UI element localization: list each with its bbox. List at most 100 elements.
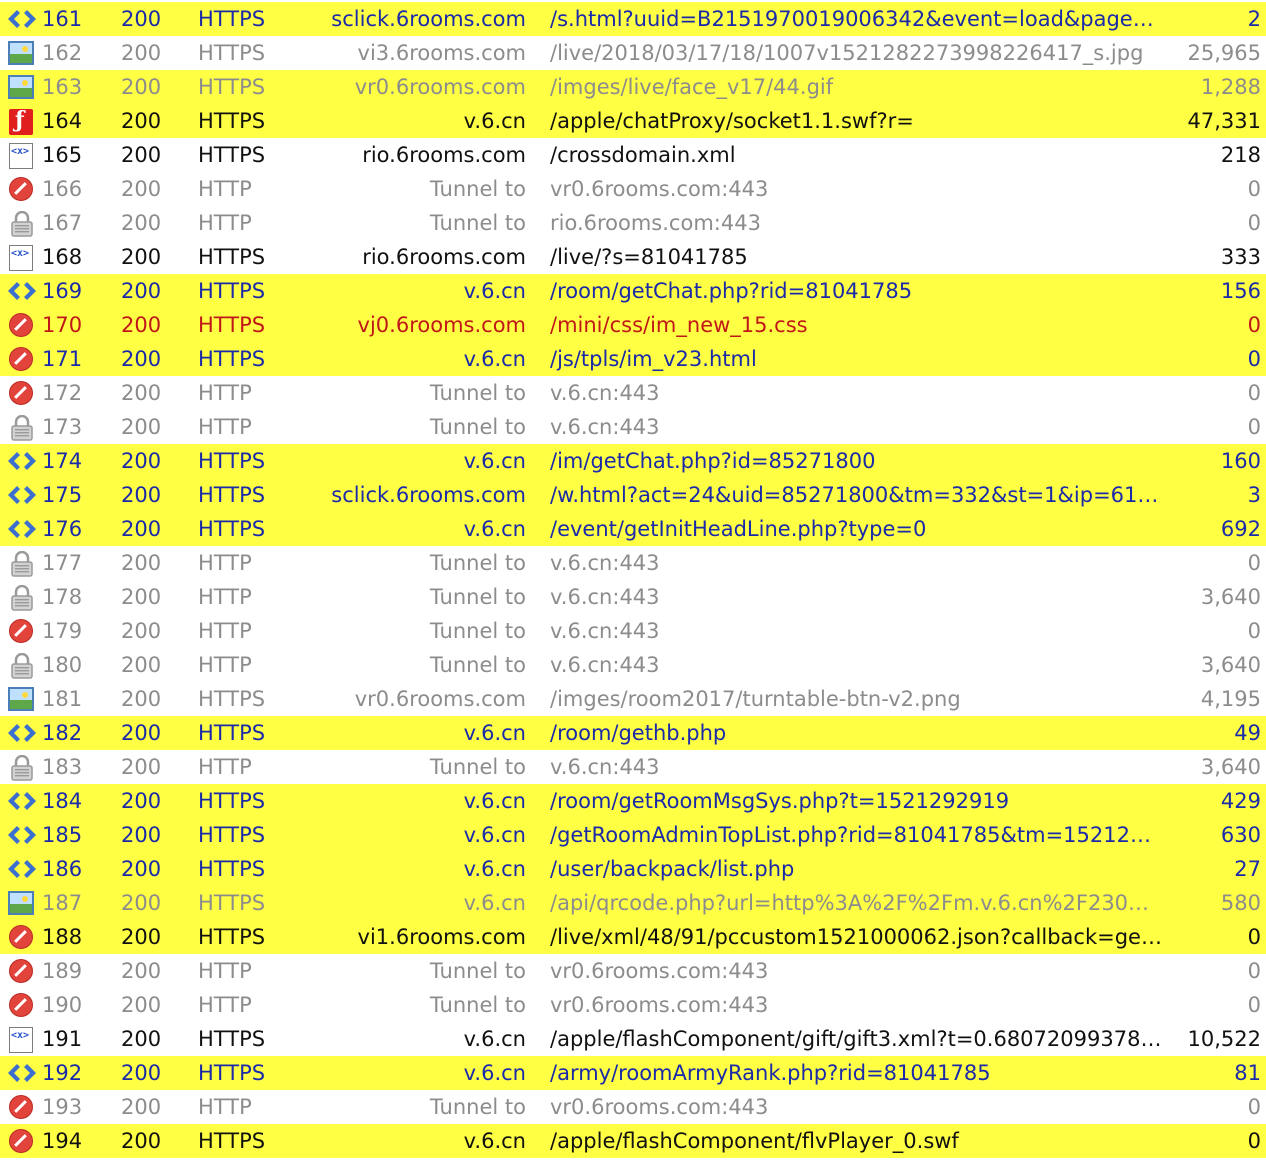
session-row[interactable]: 161 200 HTTPS sclick.6rooms.com /s.html?… xyxy=(0,2,1266,36)
session-number: 178 xyxy=(42,585,83,609)
session-protocol: HTTP xyxy=(198,959,252,983)
session-host: Tunnel to xyxy=(429,381,526,405)
lock-icon xyxy=(11,585,33,611)
image-icon xyxy=(8,41,34,65)
session-url: /imges/live/face_v17/44.gif xyxy=(550,75,834,99)
session-row[interactable]: 178 200 HTTP Tunnel to v.6.cn:443 3,640 xyxy=(0,580,1266,614)
session-row[interactable]: 183 200 HTTP Tunnel to v.6.cn:443 3,640 xyxy=(0,750,1266,784)
session-row[interactable]: 191 200 HTTPS v.6.cn /apple/flashCompone… xyxy=(0,1022,1266,1056)
session-row[interactable]: 180 200 HTTP Tunnel to v.6.cn:443 3,640 xyxy=(0,648,1266,682)
session-result: 200 xyxy=(121,891,162,915)
session-row[interactable]: 185 200 HTTPS v.6.cn /getRoomAdminTopLis… xyxy=(0,818,1266,852)
session-row[interactable]: 182 200 HTTPS v.6.cn /room/gethb.php 49 xyxy=(0,716,1266,750)
session-host: Tunnel to xyxy=(429,177,526,201)
session-row[interactable]: 181 200 HTTPS vr0.6rooms.com /imges/room… xyxy=(0,682,1266,716)
session-host: v.6.cn xyxy=(463,891,526,915)
session-result: 200 xyxy=(121,959,162,983)
session-protocol: HTTP xyxy=(198,619,252,643)
session-icon xyxy=(6,211,38,237)
session-number: 186 xyxy=(42,857,83,881)
arrows-icon xyxy=(8,452,36,470)
session-host: vr0.6rooms.com xyxy=(354,687,526,711)
session-row[interactable]: 164 200 HTTPS v.6.cn /apple/chatProxy/so… xyxy=(0,104,1266,138)
session-host: v.6.cn xyxy=(463,823,526,847)
session-result: 200 xyxy=(121,75,162,99)
session-host: sclick.6rooms.com xyxy=(331,7,526,31)
session-row[interactable]: 193 200 HTTP Tunnel to vr0.6rooms.com:44… xyxy=(0,1090,1266,1124)
session-row[interactable]: 188 200 HTTPS vi1.6rooms.com /live/xml/4… xyxy=(0,920,1266,954)
session-row[interactable]: 190 200 HTTP Tunnel to vr0.6rooms.com:44… xyxy=(0,988,1266,1022)
swf-icon xyxy=(9,109,33,135)
session-row[interactable]: 163 200 HTTPS vr0.6rooms.com /imges/live… xyxy=(0,70,1266,104)
session-number: 182 xyxy=(42,721,83,745)
session-url: v.6.cn:443 xyxy=(550,755,660,779)
session-url: /live/?s=81041785 xyxy=(550,245,748,269)
session-result: 200 xyxy=(121,1027,162,1051)
session-row[interactable]: 176 200 HTTPS v.6.cn /event/getInitHeadL… xyxy=(0,512,1266,546)
session-row[interactable]: 177 200 HTTP Tunnel to v.6.cn:443 0 xyxy=(0,546,1266,580)
session-protocol: HTTPS xyxy=(198,483,266,507)
session-row[interactable]: 171 200 HTTPS v.6.cn /js/tpls/im_v23.htm… xyxy=(0,342,1266,376)
session-row[interactable]: 173 200 HTTP Tunnel to v.6.cn:443 0 xyxy=(0,410,1266,444)
session-result: 200 xyxy=(121,755,162,779)
session-url: v.6.cn:443 xyxy=(550,415,660,439)
session-number: 168 xyxy=(42,245,83,269)
session-row[interactable]: 179 200 HTTP Tunnel to v.6.cn:443 0 xyxy=(0,614,1266,648)
blocked-icon xyxy=(9,347,33,371)
session-row[interactable]: 168 200 HTTPS rio.6rooms.com /live/?s=81… xyxy=(0,240,1266,274)
session-protocol: HTTPS xyxy=(198,109,266,133)
session-result: 200 xyxy=(121,41,162,65)
image-icon xyxy=(8,687,34,711)
session-number: 170 xyxy=(42,313,83,337)
session-body-size: 2 xyxy=(1247,7,1261,31)
session-row[interactable]: 167 200 HTTP Tunnel to rio.6rooms.com:44… xyxy=(0,206,1266,240)
session-row[interactable]: 187 200 HTTPS v.6.cn /api/qrcode.php?url… xyxy=(0,886,1266,920)
session-body-size: 0 xyxy=(1247,993,1261,1017)
session-result: 200 xyxy=(121,687,162,711)
session-row[interactable]: 186 200 HTTPS v.6.cn /user/backpack/list… xyxy=(0,852,1266,886)
session-protocol: HTTPS xyxy=(198,279,266,303)
session-row[interactable]: 189 200 HTTP Tunnel to vr0.6rooms.com:44… xyxy=(0,954,1266,988)
session-row[interactable]: 174 200 HTTPS v.6.cn /im/getChat.php?id=… xyxy=(0,444,1266,478)
arrows-icon xyxy=(8,10,36,28)
session-host: rio.6rooms.com xyxy=(362,143,526,167)
session-row[interactable]: 194 200 HTTPS v.6.cn /apple/flashCompone… xyxy=(0,1124,1266,1158)
session-host: v.6.cn xyxy=(463,857,526,881)
session-result: 200 xyxy=(121,245,162,269)
session-host: Tunnel to xyxy=(429,211,526,235)
session-row[interactable]: 165 200 HTTPS rio.6rooms.com /crossdomai… xyxy=(0,138,1266,172)
session-row[interactable]: 175 200 HTTPS sclick.6rooms.com /w.html?… xyxy=(0,478,1266,512)
session-protocol: HTTPS xyxy=(198,41,266,65)
session-row[interactable]: 170 200 HTTPS vj0.6rooms.com /mini/css/i… xyxy=(0,308,1266,342)
session-host: v.6.cn xyxy=(463,449,526,473)
xml-icon xyxy=(9,1027,33,1053)
session-url: vr0.6rooms.com:443 xyxy=(550,993,769,1017)
session-row[interactable]: 184 200 HTTPS v.6.cn /room/getRoomMsgSys… xyxy=(0,784,1266,818)
session-protocol: HTTPS xyxy=(198,1061,266,1085)
session-body-size: 156 xyxy=(1220,279,1261,303)
session-number: 169 xyxy=(42,279,83,303)
session-protocol: HTTPS xyxy=(198,1129,266,1153)
session-protocol: HTTP xyxy=(198,177,252,201)
session-url: /room/getRoomMsgSys.php?t=1521292919 xyxy=(550,789,1010,813)
session-body-size: 25,965 xyxy=(1187,41,1261,65)
xml-icon xyxy=(9,245,33,271)
session-icon xyxy=(6,993,38,1019)
session-body-size: 4,195 xyxy=(1200,687,1261,711)
session-number: 173 xyxy=(42,415,83,439)
session-row[interactable]: 169 200 HTTPS v.6.cn /room/getChat.php?r… xyxy=(0,274,1266,308)
session-row[interactable]: 172 200 HTTP Tunnel to v.6.cn:443 0 xyxy=(0,376,1266,410)
session-host: v.6.cn xyxy=(463,789,526,813)
session-host: Tunnel to xyxy=(429,755,526,779)
session-protocol: HTTP xyxy=(198,993,252,1017)
session-icon xyxy=(6,1129,38,1155)
session-icon xyxy=(6,857,38,883)
session-row[interactable]: 192 200 HTTPS v.6.cn /army/roomArmyRank.… xyxy=(0,1056,1266,1090)
session-row[interactable]: 162 200 HTTPS vi3.6rooms.com /live/2018/… xyxy=(0,36,1266,70)
session-body-size: 0 xyxy=(1247,925,1261,949)
session-row[interactable]: 166 200 HTTP Tunnel to vr0.6rooms.com:44… xyxy=(0,172,1266,206)
session-result: 200 xyxy=(121,517,162,541)
image-icon xyxy=(8,891,34,915)
session-icon xyxy=(6,313,38,339)
session-host: Tunnel to xyxy=(429,415,526,439)
